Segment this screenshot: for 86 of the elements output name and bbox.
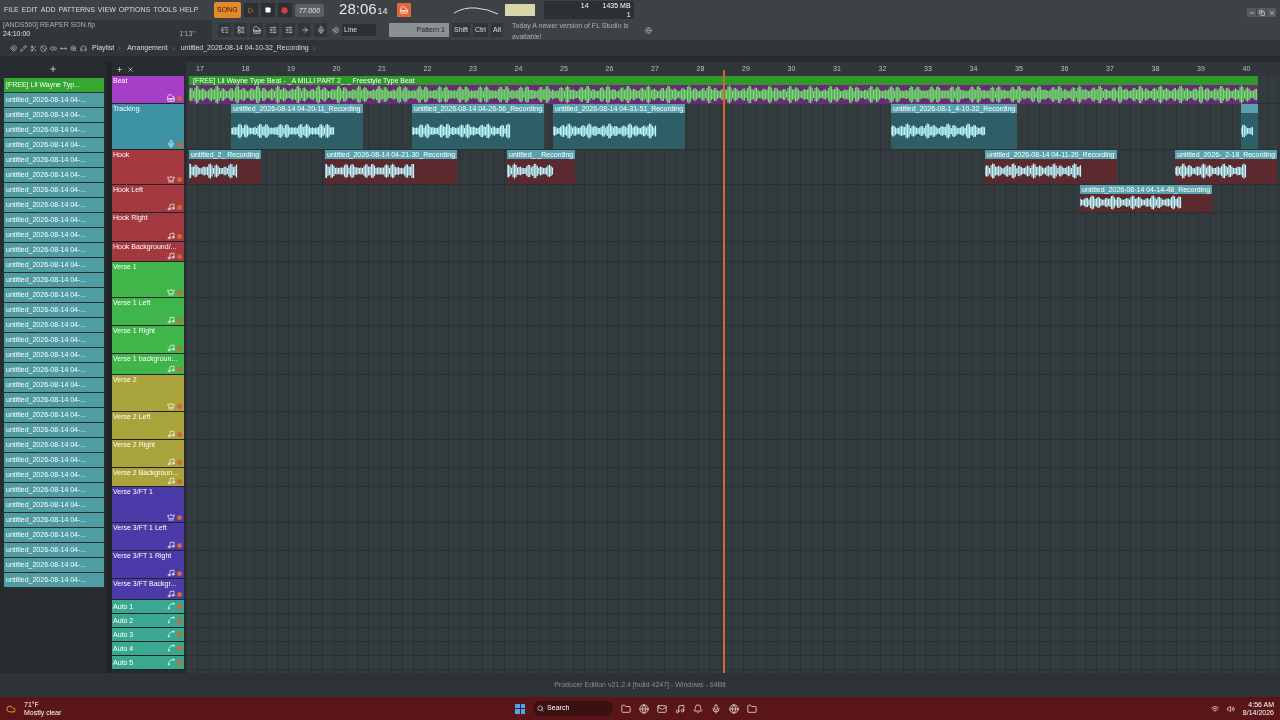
toolbar-icon bbox=[284, 26, 293, 34]
waveform-drawing bbox=[1175, 163, 1247, 179]
taskbar-app-icon[interactable] bbox=[711, 703, 722, 714]
tool-icon[interactable] bbox=[20, 44, 27, 52]
crown-icon bbox=[167, 175, 175, 183]
restore-button[interactable] bbox=[1257, 8, 1266, 17]
start-icon[interactable] bbox=[515, 703, 526, 714]
tool-icon[interactable] bbox=[70, 44, 77, 52]
curve-icon bbox=[167, 658, 175, 666]
toolbar-button[interactable] bbox=[298, 23, 311, 37]
crown-icon bbox=[167, 513, 175, 521]
tool-icon[interactable] bbox=[40, 44, 47, 52]
minimize-button[interactable] bbox=[1247, 8, 1256, 17]
note-icon bbox=[167, 365, 175, 373]
waveform-drawing bbox=[507, 163, 554, 179]
piano-icon bbox=[399, 6, 408, 14]
note-icon bbox=[167, 232, 175, 240]
note-icon bbox=[167, 344, 175, 352]
search-icon bbox=[537, 705, 545, 712]
wifi-icon bbox=[1210, 704, 1219, 713]
curve-icon bbox=[167, 630, 175, 638]
play-icon bbox=[247, 6, 255, 14]
piano-icon bbox=[167, 94, 175, 102]
chevron-icon bbox=[117, 45, 123, 51]
note-icon bbox=[167, 569, 175, 577]
taskbar-app-icon[interactable] bbox=[639, 703, 650, 714]
toolbar-button[interactable] bbox=[266, 23, 279, 37]
stop-button[interactable] bbox=[260, 3, 275, 17]
record-icon bbox=[281, 6, 289, 14]
toolbar-icon bbox=[220, 26, 229, 34]
restore-icon bbox=[1258, 9, 1265, 16]
taskbar-app-icon[interactable] bbox=[675, 703, 686, 714]
note-icon bbox=[167, 541, 175, 549]
close-icon bbox=[1268, 9, 1275, 16]
add-icon[interactable] bbox=[49, 65, 57, 73]
volume-icon bbox=[1226, 704, 1235, 713]
stop-icon bbox=[264, 7, 271, 13]
taskbar-app-icon[interactable] bbox=[747, 703, 758, 714]
taskbar-app-icon[interactable] bbox=[693, 703, 704, 714]
crown-icon bbox=[167, 402, 175, 410]
tool-icon[interactable] bbox=[30, 44, 37, 52]
curve-icon bbox=[167, 602, 175, 610]
audio-clip[interactable] bbox=[1241, 104, 1258, 149]
globe-icon bbox=[645, 26, 653, 34]
toolbar-icon bbox=[236, 26, 245, 34]
note-icon bbox=[167, 252, 175, 260]
tool-icon[interactable] bbox=[10, 44, 17, 52]
toolbar-icon bbox=[300, 26, 309, 34]
taskbar-app-icon[interactable] bbox=[621, 703, 632, 714]
taskbar-app-icon[interactable] bbox=[729, 703, 740, 714]
toolbar-button[interactable] bbox=[218, 23, 231, 37]
waveform-drawing bbox=[189, 163, 238, 179]
note-icon bbox=[167, 458, 175, 466]
tool-icon[interactable] bbox=[80, 44, 87, 52]
curve-icon bbox=[167, 616, 175, 624]
chevron-icon bbox=[311, 45, 317, 51]
magnet-icon bbox=[332, 26, 339, 34]
toolbar-button[interactable] bbox=[282, 23, 295, 37]
weather-icon bbox=[6, 703, 16, 714]
piano-button[interactable] bbox=[396, 3, 411, 17]
toolbar-icon bbox=[316, 26, 325, 34]
crown-icon bbox=[167, 288, 175, 296]
taskbar-app-icon[interactable] bbox=[657, 703, 668, 714]
minimize-icon bbox=[1248, 9, 1255, 16]
toolbar-icon bbox=[252, 26, 261, 34]
curve-icon bbox=[167, 644, 175, 652]
note-icon bbox=[167, 590, 175, 598]
toolbar-button[interactable] bbox=[314, 23, 327, 37]
toolbar-button[interactable] bbox=[234, 23, 247, 37]
time-ticks: 14 bbox=[377, 5, 388, 18]
tool-icon[interactable] bbox=[60, 44, 67, 52]
note-icon bbox=[167, 477, 175, 485]
close-icon[interactable] bbox=[127, 65, 134, 73]
toolbar-button[interactable] bbox=[250, 23, 263, 37]
chevron-icon bbox=[170, 45, 176, 51]
time-display: 28:06 bbox=[339, 0, 377, 18]
note-icon bbox=[167, 316, 175, 324]
tool-icon[interactable] bbox=[50, 44, 57, 52]
waveform-drawing bbox=[1241, 122, 1254, 139]
note-icon bbox=[167, 430, 175, 438]
close-button[interactable] bbox=[1267, 8, 1276, 17]
level-meter bbox=[504, 4, 535, 16]
toolbar-icon bbox=[268, 26, 277, 34]
add-track-icon[interactable] bbox=[116, 65, 123, 73]
microphone-icon bbox=[167, 140, 175, 148]
note-icon bbox=[167, 203, 175, 211]
